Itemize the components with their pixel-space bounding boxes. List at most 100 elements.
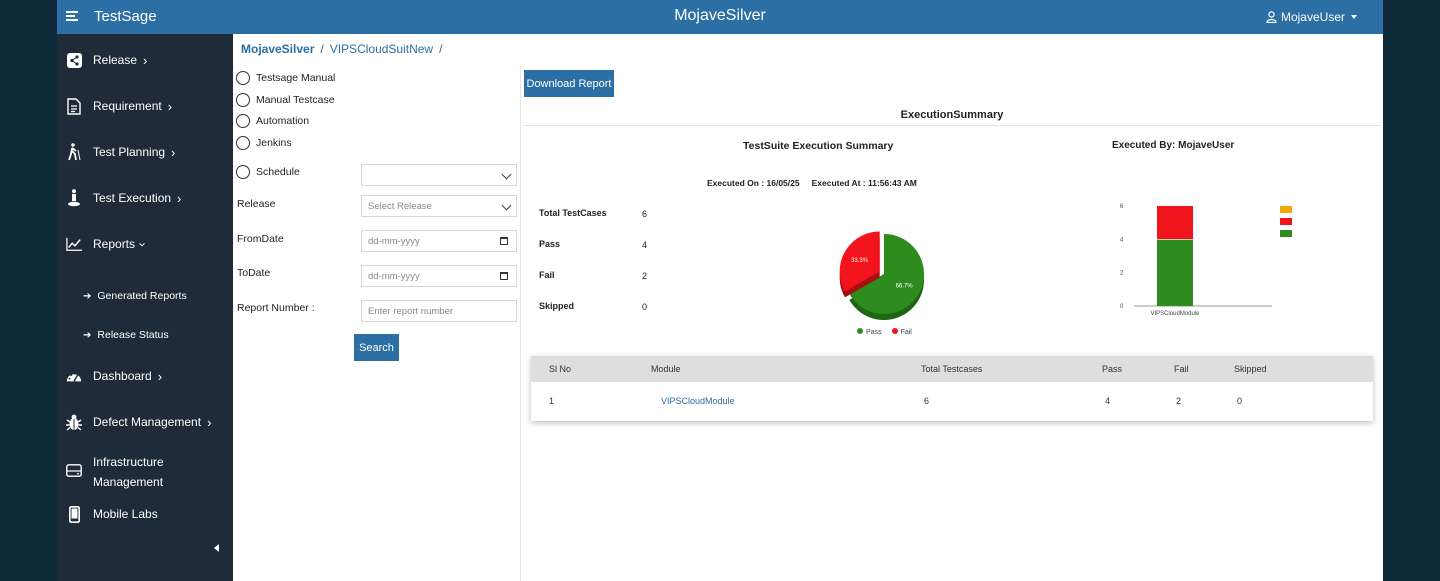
chevron-down-icon	[501, 200, 512, 211]
caret-down-icon	[1351, 15, 1357, 19]
radio-schedule[interactable]: Schedule	[236, 165, 300, 179]
column-header-sl-no[interactable]: Sl No	[549, 364, 571, 374]
cell-total-testcases: 6	[924, 396, 930, 406]
sidebar-subitem-label: Generated Reports	[97, 290, 187, 302]
radio-circle[interactable]	[236, 136, 250, 150]
top-bar: TestSage MojaveSilver MojaveUser	[57, 0, 1383, 34]
column-header-skipped[interactable]: Skipped	[1234, 364, 1267, 374]
y-tick-label: 0	[1120, 304, 1124, 310]
search-button[interactable]: Search	[354, 334, 399, 361]
sidebar-item-label: Requirement	[93, 99, 162, 113]
from-date-label: FromDate	[237, 233, 284, 245]
calendar-icon[interactable]	[500, 272, 508, 280]
app-window: TestSage MojaveSilver MojaveUser Release…	[57, 0, 1383, 581]
sidebar-subitem-release-status[interactable]: ➔ Release Status	[83, 329, 169, 341]
executed-by: Executed By: MojaveUser	[1112, 140, 1235, 151]
arrow-right-icon: ➔	[83, 290, 92, 302]
chevron-down-icon: ›	[135, 241, 151, 247]
sidebar-item-test-execution[interactable]: Test Execution ›	[57, 189, 233, 207]
sidebar-item-label: Mobile Labs	[93, 507, 158, 521]
sidebar-subitem-generated-reports[interactable]: ➔ Generated Reports	[83, 290, 187, 302]
breadcrumb-suite[interactable]: VIPSCloudSuitNew	[330, 42, 433, 56]
breadcrumb-project[interactable]: MojaveSilver	[241, 42, 314, 56]
panel-divider	[520, 66, 521, 581]
sidebar-item-dashboard[interactable]: Dashboard ›	[57, 368, 233, 384]
to-date-input[interactable]: dd-mm-yyyy	[361, 265, 517, 287]
bar-legend-swatch[interactable]	[1280, 206, 1292, 213]
cell-pass: 4	[1105, 396, 1111, 406]
radio-label: Schedule	[256, 166, 300, 178]
sidebar-item-label: Reports	[93, 237, 136, 251]
bar-segment[interactable]	[1157, 206, 1193, 240]
column-header-fail[interactable]: Fail	[1174, 364, 1189, 374]
legend-swatch	[891, 328, 898, 334]
stat-value-pass: 4	[642, 240, 648, 250]
executed-at: Executed At : 11:56:43 AM	[811, 178, 917, 188]
line-chart-icon	[66, 236, 82, 252]
user-menu[interactable]: MojaveUser	[1266, 10, 1357, 24]
column-header-module[interactable]: Module	[651, 364, 681, 374]
bar-segment[interactable]	[1157, 239, 1193, 306]
chevron-right-icon: ›	[143, 52, 148, 68]
release-select[interactable]: Select Release	[361, 195, 517, 217]
radio-circle[interactable]	[236, 165, 250, 179]
bar-legend-swatch[interactable]	[1280, 230, 1292, 237]
radio-testsage-manual[interactable]: Testsage Manual	[236, 71, 335, 85]
hamburger-menu-icon[interactable]	[66, 11, 78, 23]
radio-manual-testcase[interactable]: Manual Testcase	[236, 93, 335, 107]
sidebar-item-reports[interactable]: Reports ›	[57, 236, 233, 252]
sidebar-item-defect-management[interactable]: Defect Management ›	[57, 414, 233, 431]
person-stand-icon	[66, 189, 82, 207]
module-link[interactable]: VIPSCloudModule	[661, 396, 735, 406]
chevron-down-icon	[501, 169, 512, 180]
legend-item-fail[interactable]: Fail	[891, 328, 912, 336]
brand-name[interactable]: TestSage	[94, 8, 157, 25]
to-date-placeholder: dd-mm-yyyy	[368, 270, 420, 282]
mobile-icon	[66, 505, 82, 523]
radio-label: Manual Testcase	[256, 94, 335, 106]
calendar-icon[interactable]	[500, 237, 508, 245]
release-select-value: Select Release	[368, 200, 432, 212]
sidebar-item-mobile-labs[interactable]: Mobile Labs	[57, 505, 233, 523]
divider	[523, 125, 1381, 126]
radio-circle[interactable]	[236, 114, 250, 128]
legend-swatch	[857, 328, 863, 334]
radio-circle[interactable]	[236, 71, 250, 85]
radio-jenkins[interactable]: Jenkins	[236, 136, 292, 150]
document-icon	[66, 97, 82, 115]
from-date-input[interactable]: dd-mm-yyyy	[361, 230, 517, 252]
pie-chart-svg: 66.7% 33.3%	[839, 231, 924, 320]
gauge-icon	[66, 368, 82, 384]
report-number-label: Report Number :	[237, 302, 315, 314]
sidebar-item-release[interactable]: Release ›	[57, 52, 233, 68]
download-report-button[interactable]: Download Report	[524, 70, 614, 97]
sidebar-item-label: Infrastructure Management	[93, 452, 164, 492]
report-number-input[interactable]: Enter report number	[361, 300, 517, 322]
breadcrumb-separator: /	[439, 42, 443, 56]
project-title: MojaveSilver	[674, 7, 766, 24]
module-results-table: Sl No Module Total Testcases Pass Fail S…	[531, 356, 1373, 421]
sidebar-item-label: Test Execution	[93, 191, 172, 205]
execution-summary-title: ExecutionSummary	[900, 109, 1004, 121]
bar-legend-swatch[interactable]	[1280, 218, 1292, 225]
column-header-total-testcases[interactable]: Total Testcases	[921, 364, 982, 374]
sidebar-item-requirement[interactable]: Requirement ›	[57, 97, 233, 115]
sidebar-item-label: Dashboard	[93, 369, 152, 383]
breadcrumb: MojaveSilver / VIPSCloudSuitNew /	[241, 42, 442, 56]
sidebar-item-infrastructure[interactable]: Infrastructure Management	[57, 452, 233, 492]
sidebar-item-test-planning[interactable]: Test Planning ›	[57, 143, 233, 161]
bar-chart: 0 2 4 6 VIPSCloudModule	[1112, 196, 1292, 326]
radio-automation[interactable]: Automation	[236, 114, 309, 128]
radio-circle[interactable]	[236, 93, 250, 107]
x-tick-label: VIPSCloudModule	[1150, 311, 1200, 317]
sidebar-item-label: Defect Management	[93, 415, 202, 429]
pie-data-label: 66.7%	[896, 284, 914, 290]
legend-item-pass[interactable]: Pass	[857, 328, 882, 336]
walking-person-icon	[66, 143, 82, 161]
column-header-pass[interactable]: Pass	[1102, 364, 1122, 374]
user-name: MojaveUser	[1280, 10, 1345, 24]
collapse-sidebar-icon[interactable]	[214, 544, 219, 552]
arrow-right-icon: ➔	[83, 329, 92, 341]
stat-value-total: 6	[642, 209, 648, 219]
schedule-select[interactable]	[361, 164, 517, 186]
